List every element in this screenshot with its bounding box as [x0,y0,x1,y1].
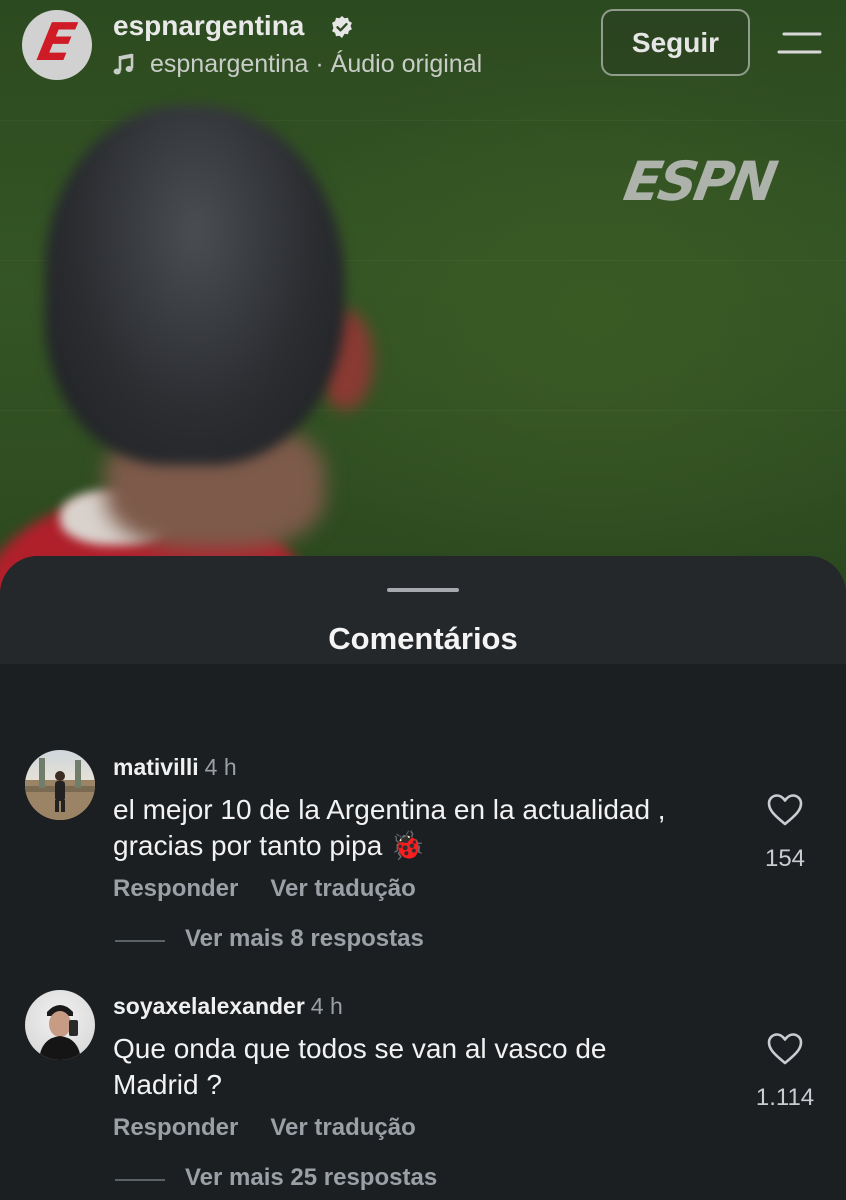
account-name[interactable]: espnargentina [113,10,304,42]
person-photo-icon [39,1005,81,1060]
heart-icon[interactable] [766,793,804,827]
comment-username[interactable]: soyaxelalexander 4 h [113,993,343,1020]
comment-time: 4 h [204,754,237,780]
view-more-replies[interactable]: Ver mais 8 respostas [115,925,535,957]
heart-icon[interactable] [766,1032,804,1066]
verified-badge-icon [332,16,352,38]
reel-header: E espnargentina espnargentina · Áudio or… [0,0,846,100]
comment-text: el mejor 10 de la Argentina en la actual… [113,794,666,861]
espn-logo-icon: E [32,13,82,73]
view-more-replies-label: Ver mais 8 respostas [185,925,424,952]
comment-actions: Responder Ver tradução [113,875,448,903]
espn-watermark-logo: ESPN [619,150,780,213]
sheet-header: Comentários [0,556,846,664]
translate-button[interactable]: Ver tradução [270,1114,415,1141]
menu-icon[interactable] [776,30,822,60]
like-count: 1.114 [755,1084,815,1111]
person-photo-icon [25,758,95,820]
audio-source[interactable]: espnargentina · Áudio original [150,50,482,79]
drag-handle[interactable] [387,588,459,592]
view-more-replies-label: Ver mais 25 respostas [185,1164,438,1191]
commenter-avatar[interactable] [25,750,95,820]
commenter-avatar[interactable] [25,990,95,1060]
reply-button[interactable]: Responder [113,875,238,902]
account-avatar[interactable]: E [22,10,92,80]
like-count: 154 [764,845,806,872]
translate-button[interactable]: Ver tradução [270,875,415,902]
music-note-icon [113,53,134,75]
comment-text: Que onda que todos se van al vasco de Ma… [113,1033,607,1100]
comment-time: 4 h [310,993,343,1019]
follow-button[interactable]: Seguir [601,9,750,76]
comment-actions: Responder Ver tradução [113,1114,448,1142]
sheet-title: Comentários [328,621,518,656]
comment-username[interactable]: mativilli 4 h [113,754,237,781]
reply-button[interactable]: Responder [113,1114,238,1141]
view-more-replies[interactable]: Ver mais 25 respostas [115,1164,535,1196]
comments-sheet: Comentários mativilli 4 h el mejor 10 de … [0,556,846,1200]
